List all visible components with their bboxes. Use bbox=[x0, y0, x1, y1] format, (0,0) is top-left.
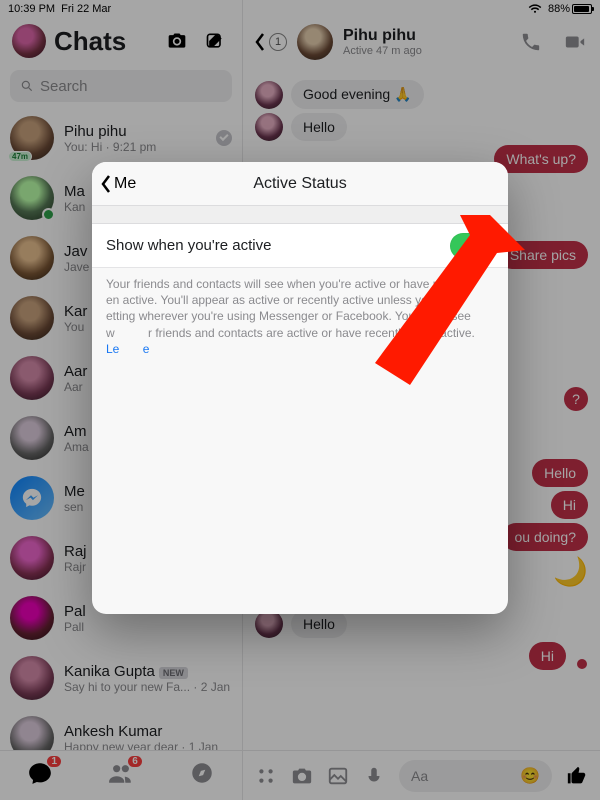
active-toggle-row[interactable]: Show when you're active bbox=[92, 224, 508, 268]
setting-label: Show when you're active bbox=[106, 237, 271, 254]
chevron-left-icon bbox=[100, 174, 112, 194]
modal-back-button[interactable]: Me bbox=[100, 162, 136, 206]
setting-description: Your friends and contacts will see when … bbox=[92, 268, 508, 357]
learn-more-link[interactable]: Le e bbox=[106, 342, 149, 356]
modal-title: Active Status bbox=[253, 175, 346, 193]
active-toggle-switch[interactable] bbox=[450, 233, 494, 259]
active-status-modal: Me Active Status Show when you're active… bbox=[92, 162, 508, 614]
modal-back-label: Me bbox=[114, 175, 136, 193]
